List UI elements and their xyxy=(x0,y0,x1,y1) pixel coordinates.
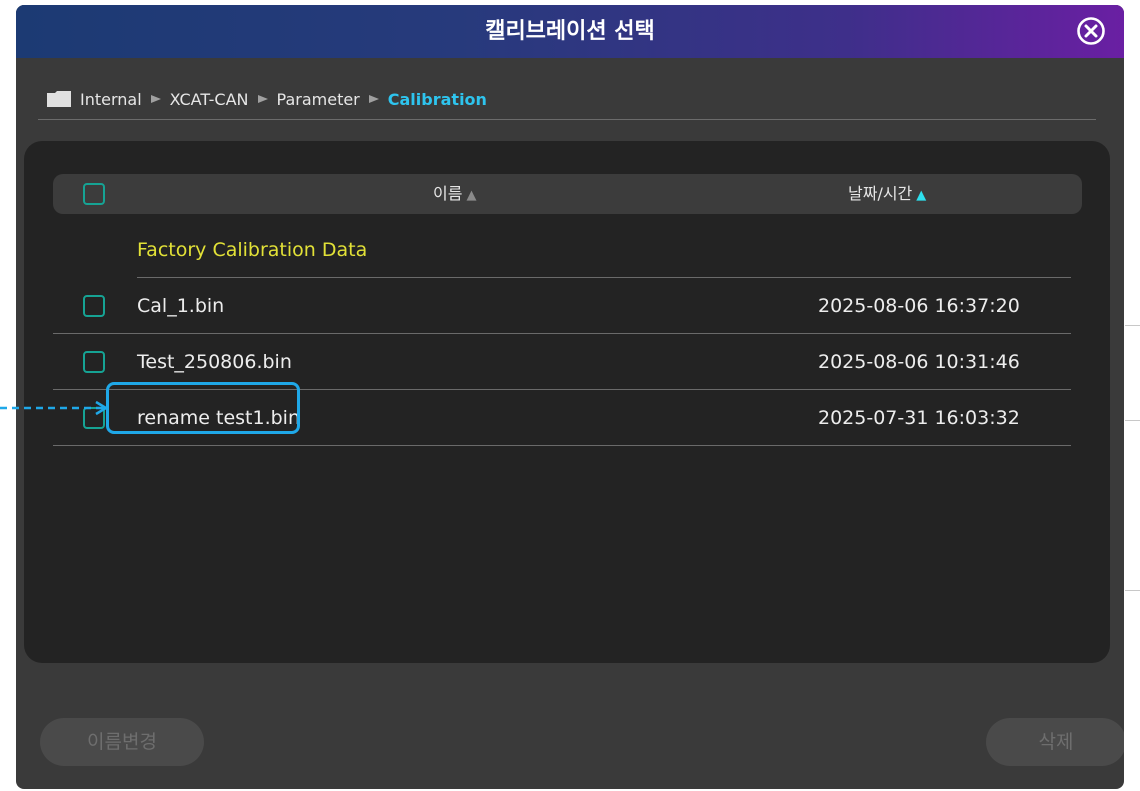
breadcrumb-calibration: Calibration xyxy=(387,89,487,109)
column-header-name[interactable]: 이름 ▲ xyxy=(433,174,476,214)
arrow-right-icon xyxy=(150,95,161,103)
arrow-right-icon xyxy=(368,95,379,103)
row-checkbox[interactable] xyxy=(83,295,105,317)
file-name: Cal_1.bin xyxy=(137,295,225,317)
table-header: 이름 ▲ 날짜/시간 ▲ xyxy=(53,174,1082,214)
sort-asc-icon: ▲ xyxy=(466,188,477,203)
dashed-arrow-icon xyxy=(0,400,109,416)
dialog-title: 캘리브레이션 선택 xyxy=(485,19,655,44)
row-checkbox[interactable] xyxy=(83,351,105,373)
column-header-date[interactable]: 날짜/시간 ▲ xyxy=(848,174,926,214)
select-all-checkbox[interactable] xyxy=(83,183,105,205)
close-circle-icon xyxy=(1077,17,1105,45)
sort-asc-icon: ▲ xyxy=(916,188,927,203)
background-line xyxy=(1125,420,1140,421)
group-label: Factory Calibration Data xyxy=(137,239,368,261)
background-line xyxy=(1125,325,1140,326)
breadcrumb-parameter[interactable]: Parameter xyxy=(277,90,360,109)
table-row[interactable]: Cal_1.bin 2025-08-06 16:37:20 xyxy=(53,278,1071,334)
breadcrumb-xcat-can[interactable]: XCAT-CAN xyxy=(170,90,249,109)
file-date: 2025-07-31 16:03:32 xyxy=(818,407,1020,429)
row-divider xyxy=(53,445,1071,446)
background-line xyxy=(1125,590,1140,591)
folder-icon xyxy=(47,91,71,107)
file-date: 2025-08-06 10:31:46 xyxy=(818,351,1020,373)
file-date: 2025-08-06 16:37:20 xyxy=(818,295,1020,317)
delete-button[interactable]: 삭제 xyxy=(986,718,1124,766)
close-button[interactable] xyxy=(1076,16,1106,46)
breadcrumb-divider xyxy=(38,119,1096,120)
arrow-right-icon xyxy=(257,95,268,103)
breadcrumb: Internal XCAT-CAN Parameter Calibration xyxy=(46,87,495,111)
rename-button[interactable]: 이름변경 xyxy=(40,718,204,766)
group-row: Factory Calibration Data xyxy=(53,222,1071,278)
title-bar: 캘리브레이션 선택 xyxy=(16,5,1124,58)
highlight-box xyxy=(106,382,300,434)
breadcrumb-internal[interactable]: Internal xyxy=(80,90,142,109)
